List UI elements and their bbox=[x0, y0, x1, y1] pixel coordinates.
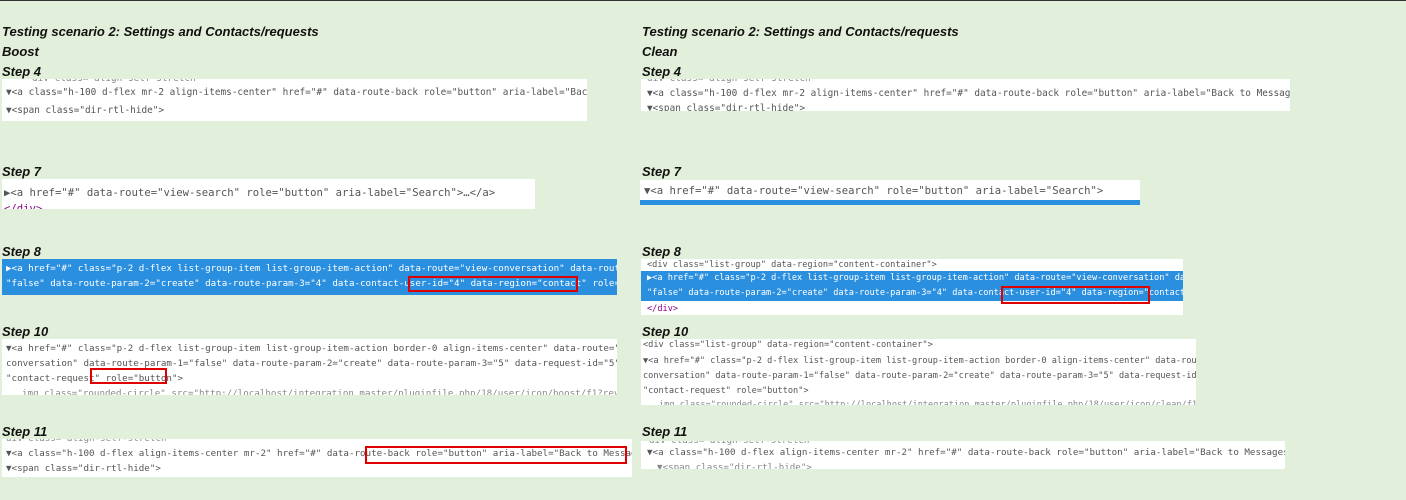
code-line[interactable]: ▶<a href="#" data-route="view-search" ro… bbox=[4, 185, 495, 201]
right-step-11-label: Step 11 bbox=[642, 424, 688, 439]
cut-line: img class="rounded-circle" src="http://l… bbox=[659, 400, 1196, 405]
left-step-10-label: Step 10 bbox=[2, 324, 49, 339]
code-line[interactable]: </div> bbox=[647, 301, 678, 315]
right-variant: Clean bbox=[642, 44, 678, 59]
right-step-4-snippet: div class="align-self-stretch" ▼<a class… bbox=[641, 79, 1290, 111]
code-line[interactable]: <div class="list-group" data-region="con… bbox=[643, 339, 933, 353]
code-line[interactable]: ▼<a href="#" data-route="view-search" ro… bbox=[644, 183, 1103, 199]
left-step-8-label: Step 8 bbox=[2, 244, 42, 259]
right-step-11-snippet: div class="align-self-stretch" ▼<a class… bbox=[641, 441, 1285, 469]
left-step-4-snippet: div class="align-self-stretch" ▼<a class… bbox=[2, 79, 587, 121]
highlight-box bbox=[1001, 286, 1150, 304]
selection-strip bbox=[640, 200, 1140, 205]
highlight-box bbox=[408, 276, 578, 292]
left-variant: Boost bbox=[2, 44, 39, 59]
highlight-box bbox=[365, 446, 627, 464]
code-line[interactable]: </div> bbox=[4, 201, 42, 209]
cut-line: img class="rounded-circle" src="http://l… bbox=[22, 388, 617, 395]
code-line[interactable]: ▼<a href="#" class="p-2 d-flex list-grou… bbox=[643, 353, 1196, 369]
left-step-7-label: Step 7 bbox=[2, 164, 42, 179]
right-step-7-label: Step 7 bbox=[642, 164, 682, 179]
code-line[interactable]: ▼<span class="dir-rtl-hide"> bbox=[647, 101, 805, 111]
code-line-selected[interactable]: ▶<a href="#" class="p-2 d-flex list-grou… bbox=[6, 261, 617, 277]
right-step-4-label: Step 4 bbox=[642, 64, 682, 79]
code-line-selected[interactable]: ▶<a href="#" class="p-2 d-flex list-grou… bbox=[647, 270, 1183, 286]
right-step-7-snippet: ▼<a href="#" data-route="view-search" ro… bbox=[640, 180, 1140, 205]
right-step-10-label: Step 10 bbox=[642, 324, 689, 339]
code-line[interactable]: ▼<a class="h-100 d-flex mr-2 align-items… bbox=[647, 86, 1290, 102]
code-line[interactable]: ▼<span class="dir-rtl-hide"> bbox=[6, 103, 164, 119]
right-title: Testing scenario 2: Settings and Contact… bbox=[642, 24, 959, 39]
top-border bbox=[0, 0, 1406, 1]
left-step-10-snippet: ▼<a href="#" class="p-2 d-flex list-grou… bbox=[2, 339, 617, 395]
code-line[interactable]: ▼<a class="h-100 d-flex mr-2 align-items… bbox=[6, 85, 587, 101]
left-title: Testing scenario 2: Settings and Contact… bbox=[2, 24, 319, 39]
code-line[interactable]: ▼<a class="h-100 d-flex align-items-cent… bbox=[647, 445, 1285, 461]
left-step-4-label: Step 4 bbox=[2, 64, 42, 79]
left-step-11-label: Step 11 bbox=[2, 424, 48, 439]
left-step-7-snippet: ▶<a href="#" data-route="view-search" ro… bbox=[2, 179, 535, 209]
code-line[interactable]: ▼<a href="#" class="p-2 d-flex list-grou… bbox=[6, 341, 617, 357]
code-line[interactable]: conversation" data-route-param-1="false"… bbox=[643, 368, 1196, 384]
cut-line: ▼<span class="dir-rtl-hide"> bbox=[657, 462, 812, 469]
highlight-box bbox=[90, 368, 167, 384]
code-line[interactable]: ▼<span class="dir-rtl-hide"> bbox=[6, 461, 161, 477]
right-step-8-label: Step 8 bbox=[642, 244, 682, 259]
right-step-10-snippet: <div class="list-group" data-region="con… bbox=[641, 339, 1196, 405]
